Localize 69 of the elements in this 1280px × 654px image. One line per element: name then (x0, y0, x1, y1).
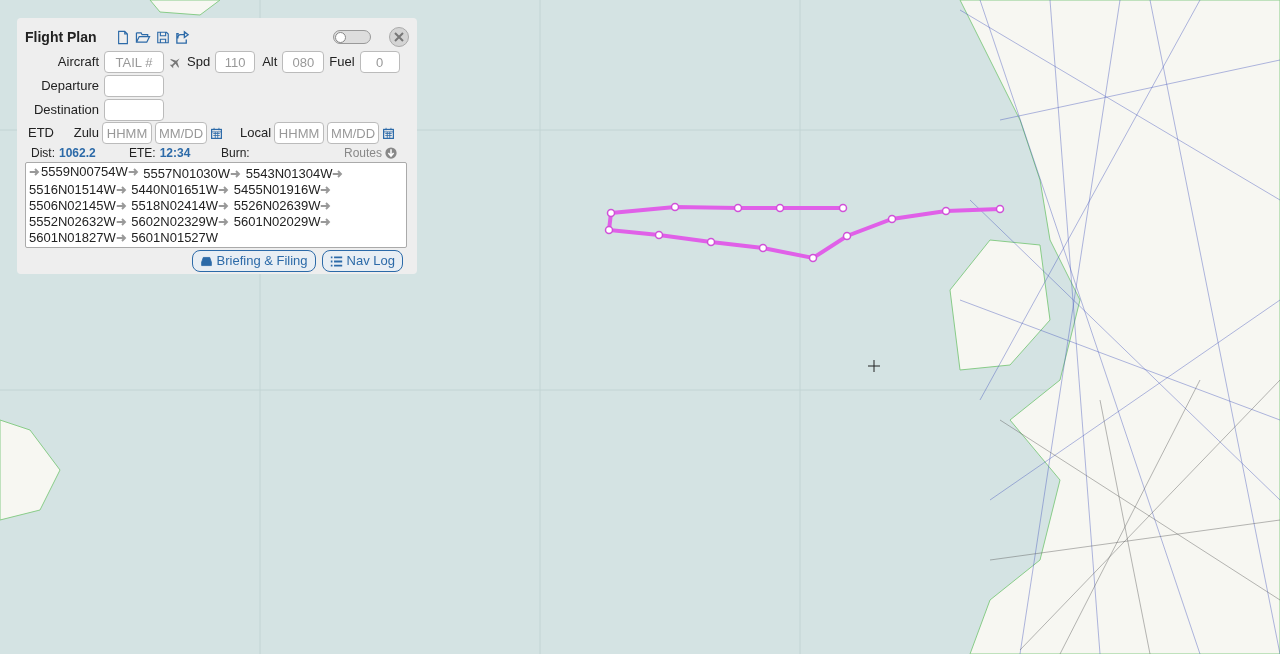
field-label: Fuel (329, 53, 355, 72)
share-icon[interactable] (175, 29, 190, 45)
crosshair-icon (868, 360, 880, 372)
waypoint[interactable]: 5516N01514W (29, 182, 116, 198)
field-label: Local (240, 124, 272, 143)
field-label: Aircraft (56, 53, 99, 72)
stat-label: Burn: (221, 144, 250, 162)
toggle-switch[interactable] (333, 30, 371, 44)
right-arrow-icon[interactable] (320, 216, 333, 228)
list-icon[interactable] (329, 254, 343, 268)
right-arrow-icon[interactable] (115, 200, 128, 212)
field-label: Destination (32, 101, 99, 120)
right-arrow-icon[interactable] (115, 216, 128, 228)
right-arrow-icon[interactable] (115, 232, 128, 244)
right-arrow-icon[interactable] (332, 168, 345, 180)
stat-label: Dist: (31, 144, 55, 162)
open-folder-icon[interactable] (135, 29, 151, 45)
panel-title: Flight Plan (25, 27, 98, 47)
date-field[interactable]: MM/DD (155, 122, 207, 144)
field-label: Departure (40, 77, 99, 96)
waypoint[interactable]: 5557N01030W (143, 166, 231, 182)
date-field[interactable]: MM/DD (327, 122, 380, 144)
route-text-box[interactable]: 5559N00754W 5557N01030W 5543N01304W 5516N01514W 5440N01651W 5455N01916W 5506N02145W 5518N02414W 5526N02639W 5552N02632W 5602N02329W 5601N02029W 5601N01827W 5601N01527W (25, 162, 407, 248)
stat-value: 12:34 (159, 144, 191, 162)
down-arrow-icon[interactable] (385, 146, 397, 159)
waypoint[interactable]: 5559N00754W (41, 164, 128, 180)
field-label: ETD (27, 124, 55, 143)
aircraft-field[interactable]: TAIL # (104, 51, 164, 73)
waypoint[interactable]: 5601N01527W (131, 230, 219, 246)
time-field[interactable]: HHMM (102, 122, 152, 144)
waypoint[interactable]: 5543N01304W (245, 166, 333, 182)
fuel-field[interactable]: 0 (359, 51, 400, 73)
right-arrow-icon[interactable] (218, 216, 231, 228)
altitude-field[interactable]: 080 (282, 51, 325, 73)
stat-value: 1062.2 (59, 144, 96, 162)
inbox-icon[interactable] (199, 254, 213, 268)
right-arrow-icon[interactable] (127, 166, 140, 178)
waypoint[interactable]: 5602N02329W (131, 214, 219, 230)
speed-field[interactable]: 110 (215, 51, 256, 73)
waypoint[interactable]: 5440N01651W (131, 182, 219, 198)
destination-field[interactable] (104, 99, 164, 121)
save-icon[interactable] (156, 29, 170, 45)
right-arrow-icon[interactable] (115, 184, 128, 196)
stat-label: ETE: (129, 144, 156, 162)
nav-log-button[interactable]: Nav Log (321, 250, 403, 272)
close-icon[interactable] (394, 32, 404, 42)
waypoint[interactable]: 5552N02632W (29, 214, 116, 230)
waypoint[interactable]: 5601N01827W (29, 230, 116, 246)
right-arrow-icon[interactable] (218, 184, 231, 196)
field-label: Zulu (72, 124, 99, 143)
calendar-icon[interactable] (382, 126, 396, 140)
field-label: Alt (262, 53, 278, 72)
waypoint[interactable]: 5455N01916W (233, 182, 321, 198)
new-file-icon[interactable] (116, 29, 130, 45)
field-label: Spd (187, 53, 211, 72)
waypoint[interactable]: 5526N02639W (233, 198, 321, 214)
briefing-button[interactable]: Briefing & Filing (191, 250, 316, 272)
departure-field[interactable] (104, 75, 164, 97)
waypoint[interactable]: 5518N02414W (131, 198, 219, 214)
right-arrow-icon[interactable] (230, 168, 243, 180)
right-arrow-icon[interactable] (320, 200, 333, 212)
right-arrow-icon[interactable] (320, 184, 333, 196)
calendar-icon[interactable] (210, 126, 223, 140)
waypoint[interactable]: 5601N02029W (233, 214, 321, 230)
time-field[interactable]: HHMM (274, 122, 325, 144)
right-arrow-icon[interactable] (29, 166, 41, 178)
right-arrow-icon[interactable] (218, 200, 231, 212)
waypoint[interactable]: 5506N02145W (29, 198, 116, 214)
close-button[interactable] (389, 27, 409, 47)
